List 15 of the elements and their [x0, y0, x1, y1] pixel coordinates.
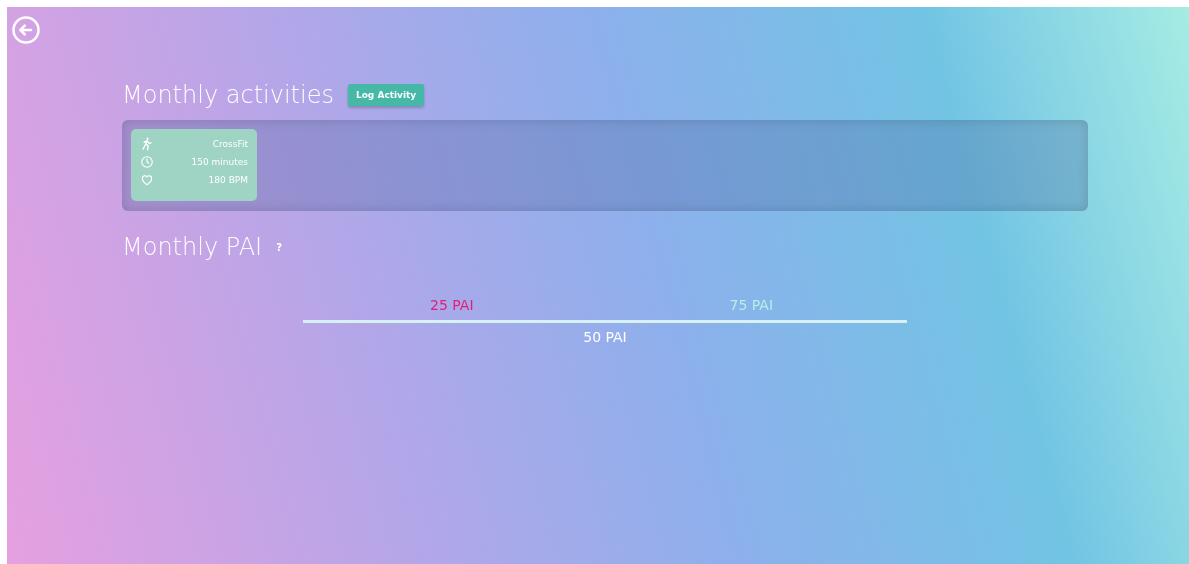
activity-duration: 150 minutes: [191, 157, 248, 167]
high-mark-label: 75 PAI: [729, 297, 774, 315]
back-icon[interactable]: [11, 15, 41, 45]
section-title: Monthly PAI: [122, 233, 263, 261]
activity-name: CrossFit: [212, 139, 248, 149]
running-person-icon: [140, 137, 154, 151]
low-mark-label: 25 PAI: [430, 297, 474, 315]
current-pai-label: 50 PAI: [583, 329, 627, 345]
activity-card[interactable]: CrossFit 150 minutes 180 BPM: [131, 129, 257, 201]
heart-icon: [140, 173, 154, 187]
section-title: Monthly activities: [122, 81, 334, 109]
activity-heart-rate: 180 BPM: [208, 175, 248, 185]
log-activity-button[interactable]: Log Activity: [347, 84, 425, 106]
clock-icon: [140, 155, 154, 169]
help-link[interactable]: ?: [276, 241, 282, 253]
